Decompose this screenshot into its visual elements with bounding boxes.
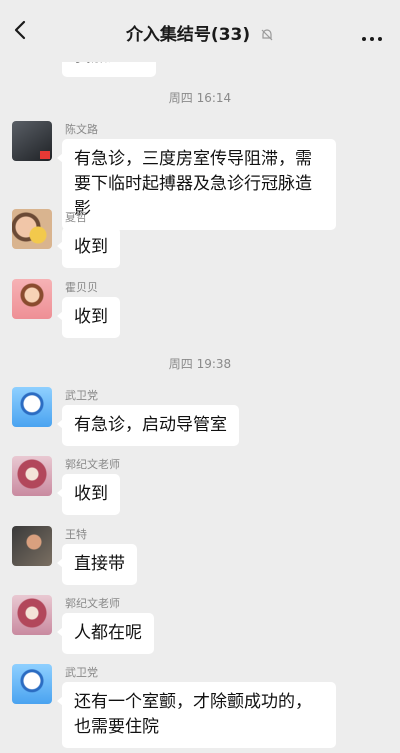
message-bubble[interactable]: 直接带 (57, 544, 137, 585)
timestamp: 周四 19:38 (168, 357, 232, 371)
sender-name: 郭纪文老师 (65, 597, 120, 610)
avatar[interactable] (12, 209, 52, 249)
flag-icon (40, 151, 50, 159)
avatar[interactable] (12, 279, 52, 319)
avatar[interactable] (12, 595, 52, 635)
avatar[interactable] (12, 456, 52, 496)
sender-name: 武卫党 (65, 389, 98, 402)
group-name: 介入集结号(33) (125, 25, 251, 45)
message-bubble[interactable]: 收到 (57, 474, 120, 515)
avatar[interactable] (12, 526, 52, 566)
sender-name: 王特 (65, 528, 87, 541)
chat-area[interactable]: 我加过 周四 16:14 陈文路 有急诊，三度房室传导阻滞，需要下临时起搏器及急… (0, 0, 400, 753)
sender-name: 陈文路 (65, 123, 98, 136)
sender-name: 武卫党 (65, 666, 98, 679)
message-bubble[interactable]: 收到 (57, 297, 120, 338)
message-bubble[interactable]: 收到 (57, 227, 120, 268)
sender-name: 夏哲 (65, 211, 87, 224)
message-bubble[interactable]: 人都在呢 (57, 613, 154, 654)
message-bubble[interactable]: 有急诊，启动导管室 (57, 405, 239, 446)
avatar[interactable] (12, 121, 52, 161)
sender-name: 郭纪文老师 (65, 458, 120, 471)
more-options-icon[interactable] (362, 26, 386, 41)
mute-bell-icon (261, 29, 273, 41)
chat-title: 介入集结号(33) (0, 20, 400, 45)
avatar[interactable] (12, 664, 52, 704)
top-bar: 介入集结号(33) (0, 0, 400, 62)
message-bubble[interactable]: 还有一个室颤，才除颤成功的，也需要住院 (57, 682, 336, 748)
sender-name: 霍贝贝 (65, 281, 98, 294)
timestamp: 周四 16:14 (168, 91, 232, 105)
avatar[interactable] (12, 387, 52, 427)
message-bubble[interactable]: 有急诊，三度房室传导阻滞，需要下临时起搏器及急诊行冠脉造影 (57, 139, 336, 230)
